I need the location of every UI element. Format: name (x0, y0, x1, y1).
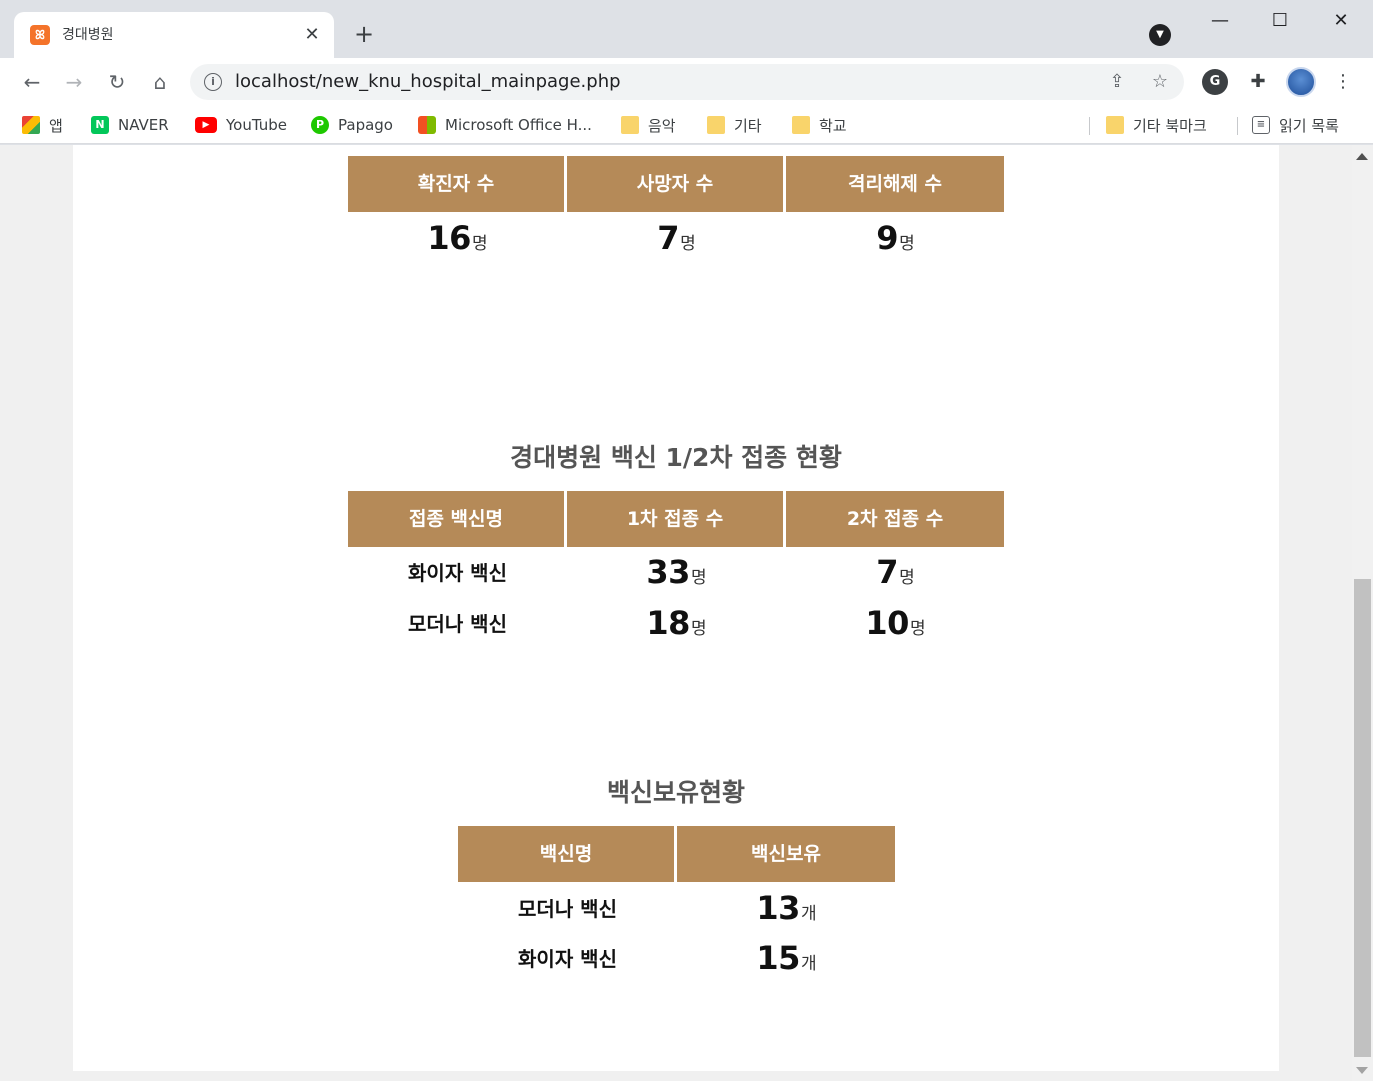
folder-icon (621, 116, 639, 134)
bookmark-folder-music[interactable]: 음악 (621, 114, 676, 136)
covid-table-row: 16명 7명 9명 (348, 219, 1005, 257)
microsoft-icon (418, 116, 436, 134)
scroll-up-arrow-icon[interactable] (1356, 153, 1368, 160)
header-confirmed: 확진자 수 (348, 156, 564, 212)
table-row: 모더나 백신 18명 10명 (348, 604, 1005, 644)
naver-icon: N (91, 116, 109, 134)
bookmark-papago[interactable]: P Papago (311, 114, 393, 136)
stock-vaccine-name: 화이자 백신 (518, 947, 617, 971)
extensions-puzzle-icon[interactable]: ✚ (1245, 69, 1271, 95)
tab-strip: ꕤ 경대병원 ✕ + ▼ — ☐ ✕ (0, 0, 1373, 58)
vertical-scrollbar[interactable] (1352, 145, 1373, 1081)
folder-icon (1106, 116, 1124, 134)
page-content: 확진자 수 사망자 수 격리해제 수 16명 7명 9명 경대병원 백신 1/2… (73, 145, 1279, 1071)
folder-icon (707, 116, 725, 134)
page-viewport: 확진자 수 사망자 수 격리해제 수 16명 7명 9명 경대병원 백신 1/2… (0, 145, 1373, 1081)
youtube-icon: ▶ (195, 117, 217, 133)
menu-kebab-icon[interactable]: ⋮ (1330, 69, 1356, 95)
bookmark-separator (1237, 117, 1238, 135)
covid-table-header: 확진자 수 사망자 수 격리해제 수 (348, 156, 1004, 212)
header-vaccine-name: 접종 백신명 (348, 491, 564, 547)
stock-table-header: 백신명 백신보유 (458, 826, 895, 882)
first-dose-count: 33명 (646, 553, 707, 591)
header-released: 격리해제 수 (786, 156, 1004, 212)
tab-close-icon[interactable]: ✕ (302, 23, 322, 47)
forward-button[interactable]: → (58, 66, 90, 98)
scroll-down-arrow-icon[interactable] (1356, 1067, 1368, 1074)
header-stock-vaccine-name: 백신명 (458, 826, 674, 882)
bookmarks-bar: 앱 N NAVER ▶ YouTube P Papago Microsoft O… (0, 106, 1373, 144)
back-button[interactable]: ← (16, 66, 48, 98)
stock-count: 13개 (756, 889, 817, 927)
header-second-dose: 2차 접종 수 (786, 491, 1004, 547)
bookmark-apps[interactable]: 앱 (22, 114, 63, 136)
header-stock-count: 백신보유 (677, 826, 895, 882)
table-row: 화이자 백신 33명 7명 (348, 553, 1005, 593)
folder-icon (792, 116, 810, 134)
header-deaths: 사망자 수 (567, 156, 783, 212)
url-text[interactable]: localhost/new_knu_hospital_mainpage.php (235, 71, 621, 93)
header-first-dose: 1차 접종 수 (567, 491, 783, 547)
browser-toolbar: ← → ↻ ⌂ i localhost/new_knu_hospital_mai… (0, 58, 1373, 106)
confirmed-count: 16명 (427, 219, 488, 257)
maximize-button[interactable]: ☐ (1257, 6, 1303, 36)
bookmark-microsoft-office[interactable]: Microsoft Office H... (418, 114, 592, 136)
browser-tab[interactable]: ꕤ 경대병원 ✕ (14, 12, 334, 58)
minimize-button[interactable]: — (1197, 6, 1243, 36)
bookmark-folder-school[interactable]: 학교 (792, 114, 847, 136)
table-row: 모더나 백신 13개 (458, 889, 896, 929)
vaccination-title: 경대병원 백신 1/2차 접종 현황 (510, 443, 842, 472)
bookmark-youtube[interactable]: ▶ YouTube (195, 114, 287, 136)
table-row: 화이자 백신 15개 (458, 939, 896, 979)
extension-g-icon[interactable]: G (1202, 69, 1228, 95)
bookmark-separator (1089, 117, 1090, 135)
new-tab-button[interactable]: + (348, 19, 380, 51)
first-dose-count: 18명 (646, 604, 707, 642)
stock-title: 백신보유현황 (606, 778, 745, 807)
bookmark-other-folder[interactable]: 기타 북마크 (1106, 114, 1207, 136)
reading-list-icon: ≡ (1252, 116, 1270, 134)
released-count: 9명 (876, 219, 915, 257)
site-info-icon[interactable]: i (204, 73, 222, 91)
xampp-favicon-icon: ꕤ (30, 25, 50, 45)
apps-grid-icon (22, 116, 40, 134)
share-icon[interactable]: ⇪ (1105, 70, 1129, 94)
bookmark-star-icon[interactable]: ☆ (1148, 70, 1172, 94)
home-button[interactable]: ⌂ (144, 66, 176, 98)
second-dose-count: 7명 (876, 553, 915, 591)
stock-count: 15개 (756, 939, 817, 977)
stock-vaccine-name: 모더나 백신 (518, 897, 617, 921)
tab-title: 경대병원 (62, 27, 114, 43)
scrollbar-thumb[interactable] (1354, 579, 1371, 1057)
vaccination-table-header: 접종 백신명 1차 접종 수 2차 접종 수 (348, 491, 1004, 547)
vaccine-name: 화이자 백신 (408, 561, 507, 585)
address-bar[interactable]: i localhost/new_knu_hospital_mainpage.ph… (190, 64, 1184, 100)
papago-icon: P (311, 116, 329, 134)
reading-list-button[interactable]: ≡ 읽기 목록 (1252, 114, 1339, 136)
close-window-button[interactable]: ✕ (1318, 6, 1364, 36)
vaccine-name: 모더나 백신 (408, 612, 507, 636)
second-dose-count: 10명 (865, 604, 926, 642)
profile-avatar[interactable] (1286, 67, 1316, 97)
bookmark-naver[interactable]: N NAVER (91, 114, 169, 136)
death-count: 7명 (657, 219, 696, 257)
reload-button[interactable]: ↻ (101, 66, 133, 98)
bookmark-folder-etc[interactable]: 기타 (707, 114, 762, 136)
tab-search-icon[interactable]: ▼ (1149, 24, 1171, 46)
